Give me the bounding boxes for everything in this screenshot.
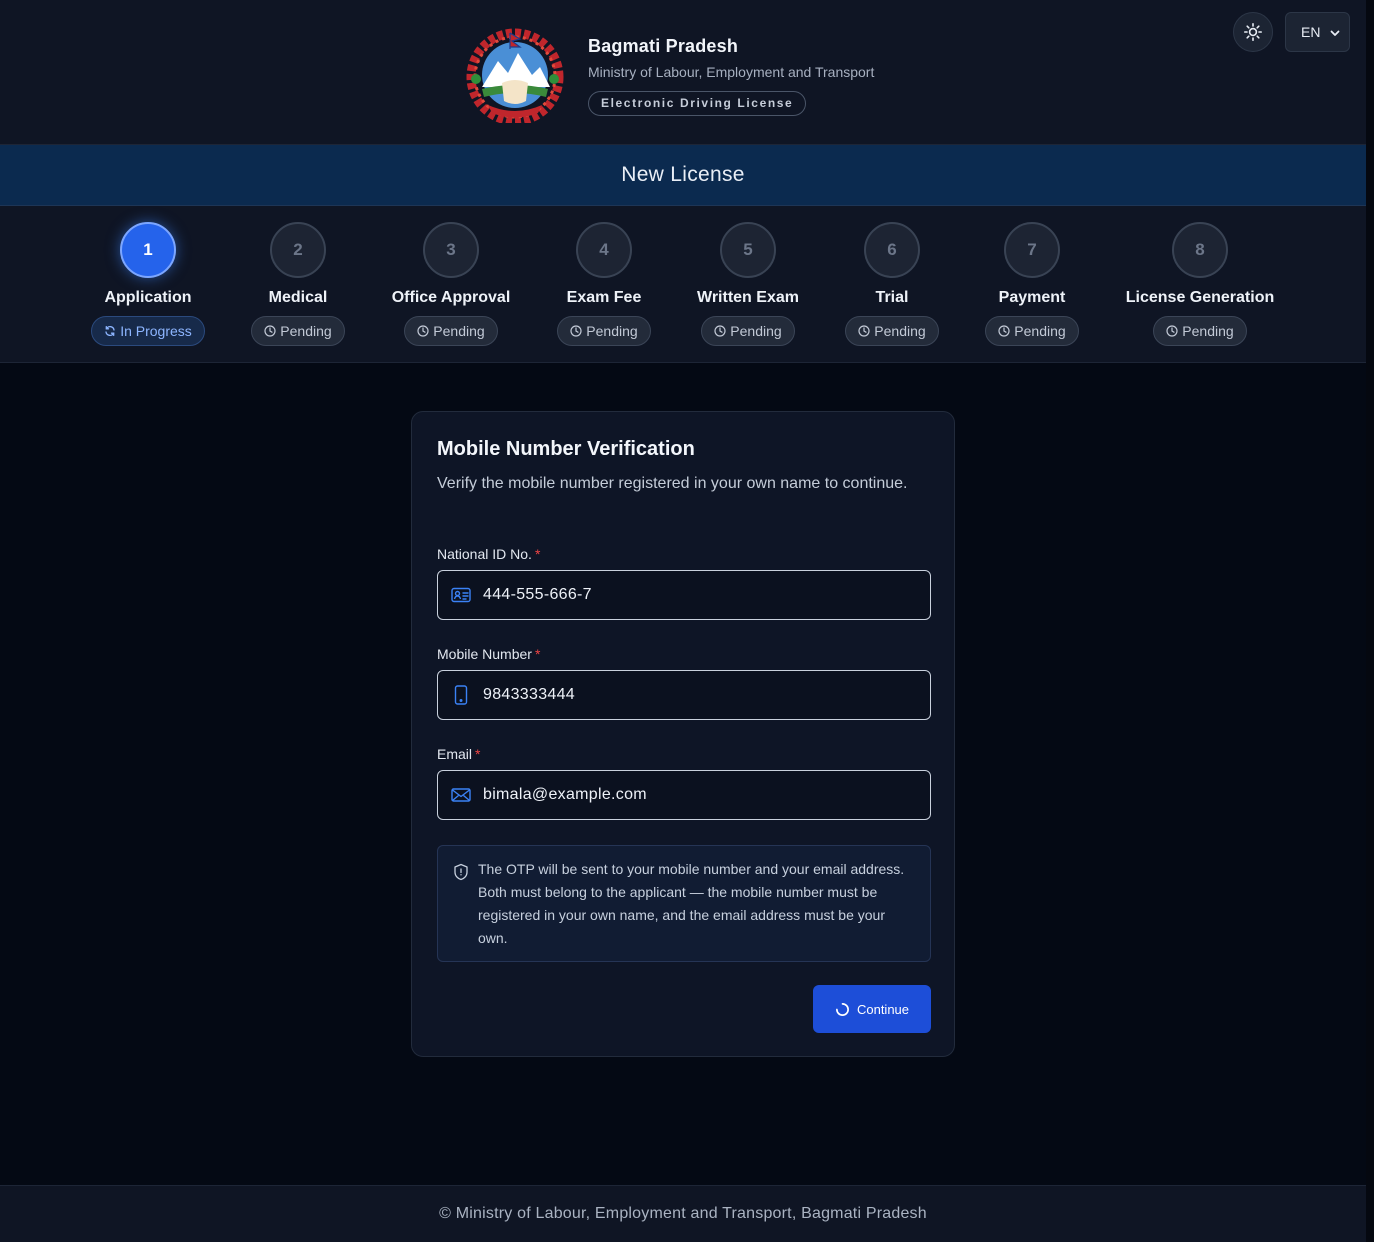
government-emblem (466, 28, 564, 123)
step-number: 8 (1172, 222, 1228, 278)
continue-button[interactable]: Continue (813, 985, 931, 1033)
step-label: License Generation (1125, 289, 1275, 306)
step-status-badge: Pending (1153, 316, 1247, 346)
clock-icon (858, 325, 870, 337)
national-id-label-text: National ID No. (437, 546, 532, 562)
refresh-icon (105, 325, 115, 337)
required-marker: * (475, 746, 481, 762)
id-card-icon (438, 587, 483, 603)
step-status: Pending (1182, 323, 1234, 339)
national-id-field (437, 570, 931, 620)
step-number: 1 (120, 222, 176, 278)
email-label: Email * (437, 746, 480, 762)
national-id-input[interactable] (483, 586, 913, 604)
step-status: Pending (730, 323, 782, 339)
step-number: 3 (423, 222, 479, 278)
step-status: In Progress (120, 323, 192, 339)
shield-icon (453, 863, 469, 886)
progress-stepper: 1 Application In Progress 2 Medical Pend… (0, 206, 1366, 363)
step-status: Pending (1014, 323, 1066, 339)
step-status: Pending (586, 323, 638, 339)
step-number: 6 (864, 222, 920, 278)
brand-title: Bagmati Pradesh (588, 36, 739, 56)
page-title: New License (621, 163, 745, 186)
step-number: 4 (576, 222, 632, 278)
step-status-badge: In Progress (91, 316, 205, 346)
language-value: EN (1301, 24, 1321, 40)
clock-icon (714, 325, 726, 337)
otp-notice-text: The OTP will be sent to your mobile numb… (478, 861, 905, 946)
language-select[interactable]: EN (1285, 12, 1350, 52)
brand-subtitle: Ministry of Labour, Employment and Trans… (588, 64, 875, 80)
clock-icon (417, 325, 429, 337)
national-id-label: National ID No. * (437, 546, 540, 562)
card-title: Mobile Number Verification (437, 438, 695, 460)
mobile-number-label: Mobile Number * (437, 646, 540, 662)
mobile-number-input[interactable] (483, 686, 913, 704)
otp-notice: The OTP will be sent to your mobile numb… (437, 845, 931, 962)
step-status: Pending (433, 323, 485, 339)
card-description: Verify the mobile number registered in y… (437, 475, 908, 492)
clock-icon (998, 325, 1010, 337)
step-status: Pending (874, 323, 926, 339)
service-badge: Electronic Driving License (588, 91, 807, 116)
step-status-badge: Pending (845, 316, 939, 346)
continue-button-label: Continue (856, 1001, 910, 1017)
verification-card: Mobile Number Verification Verify the mo… (411, 411, 955, 1057)
clock-icon (264, 325, 276, 337)
clock-icon (570, 325, 582, 337)
step-number: 2 (270, 222, 326, 278)
mobile-number-label-text: Mobile Number (437, 646, 532, 662)
step-status-badge: Pending (701, 316, 795, 346)
mobile-number-field (437, 670, 931, 720)
clock-icon (1166, 325, 1178, 337)
required-marker: * (534, 646, 541, 662)
footer-text: © Ministry of Labour, Employment and Tra… (439, 1205, 927, 1222)
sun-icon (1244, 23, 1262, 41)
app-frame: Bagmati Pradesh Ministry of Labour, Empl… (0, 0, 1366, 1242)
required-marker: * (534, 546, 541, 562)
email-label-text: Email (437, 746, 473, 762)
step-status-badge: Pending (404, 316, 498, 346)
window-edge (1366, 0, 1374, 1242)
step-status-badge: Pending (251, 316, 345, 346)
site-header: Bagmati Pradesh Ministry of Labour, Empl… (0, 0, 1366, 145)
site-footer: © Ministry of Labour, Employment and Tra… (0, 1185, 1366, 1242)
envelope-icon (438, 787, 483, 803)
step-status-badge: Pending (557, 316, 651, 346)
email-field (437, 770, 931, 820)
chevron-down-icon (1330, 30, 1340, 36)
mobile-phone-icon (438, 685, 483, 705)
step-number: 7 (1004, 222, 1060, 278)
page-title-band: New License (0, 145, 1366, 206)
email-input[interactable] (483, 786, 913, 804)
step-status: Pending (280, 323, 332, 339)
step-status-badge: Pending (985, 316, 1079, 346)
step-license-generation: 8 License Generation Pending (1100, 206, 1300, 346)
theme-toggle-button[interactable] (1233, 12, 1273, 52)
step-number: 5 (720, 222, 776, 278)
loading-spinner-icon (836, 1002, 849, 1016)
